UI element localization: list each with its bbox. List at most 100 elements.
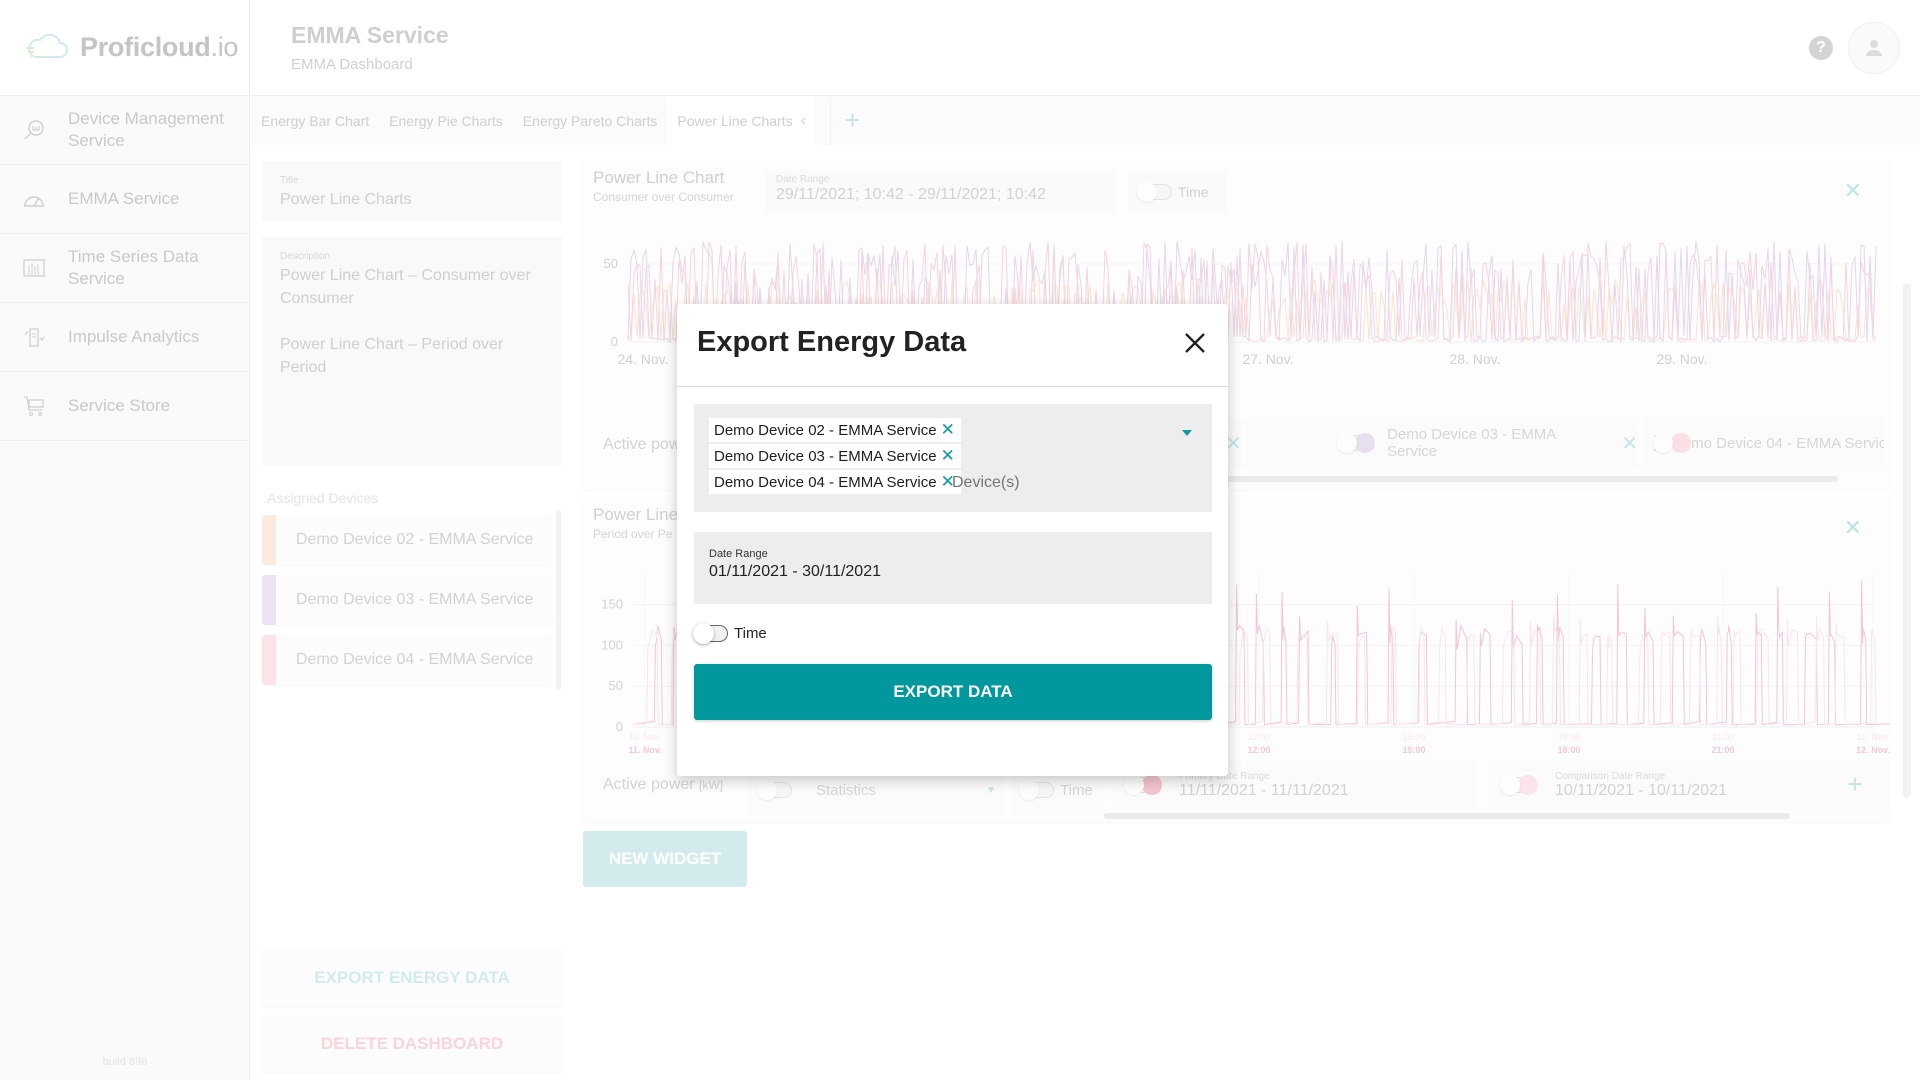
sidebar-item-time-series[interactable]: Time Series Data Service: [0, 234, 249, 303]
export-energy-data-button[interactable]: EXPORT ENERGY DATA: [262, 950, 562, 1006]
x-tick-label: 28. Nov.: [1449, 351, 1500, 367]
chip-label: Demo Device 02 - EMMA Service: [714, 421, 937, 439]
tab-label: Power Line Charts: [677, 113, 793, 129]
date-range-value: 01/11/2021 - 30/11/2021: [709, 563, 881, 580]
tab-energy-pareto-charts[interactable]: Energy Pareto Charts: [513, 97, 668, 145]
description-field[interactable]: Description Power Line Chart – Consumer …: [262, 237, 562, 465]
page-subtitle: EMMA Dashboard: [291, 56, 413, 73]
page-scrollbar[interactable]: [1903, 283, 1911, 798]
description-line: Power Line Chart – Consumer over Consume…: [280, 267, 531, 307]
close-icon[interactable]: ✕: [1844, 515, 1862, 541]
comparison-date-label: Comparison Date Range: [1555, 770, 1666, 782]
delete-dashboard-button[interactable]: DELETE DASHBOARD: [262, 1016, 562, 1072]
selected-device-chip: Demo Device 04 - EMMA Service ✕: [709, 470, 961, 494]
devices-scrollbar[interactable]: [556, 510, 561, 690]
title-field[interactable]: Title Power Line Charts: [262, 161, 562, 221]
toggle-switch[interactable]: [1137, 182, 1172, 202]
x-tick-label-comparison: 11. Nov.: [1857, 732, 1889, 742]
widget-date-range-field[interactable]: Date Range 29/11/2021; 10:42 - 29/11/202…: [766, 170, 1116, 214]
sidebar-item-label: EMMA Service: [68, 189, 180, 208]
sidebar-item-label: Time Series Data Service: [68, 247, 199, 288]
x-tick-label-primary: 18:00: [1557, 745, 1580, 755]
cloud-logo-icon: [26, 33, 68, 58]
spacer: [1879, 760, 1889, 810]
chevron-left-icon[interactable]: ‹: [801, 97, 806, 145]
footer-label-unit: [kW]: [699, 778, 724, 792]
assigned-device-card[interactable]: Demo Device 03 - EMMA Service: [262, 575, 552, 625]
sidebar-item-label: Device Management Service: [68, 109, 224, 150]
impulse-icon: [22, 325, 46, 349]
assigned-device-card[interactable]: Demo Device 04 - EMMA Service: [262, 635, 552, 685]
selected-device-chip: Demo Device 03 - EMMA Service ✕: [709, 444, 961, 468]
primary-date-value: 11/11/2021 - 11/11/2021: [1179, 781, 1349, 799]
remove-series-icon[interactable]: ✕: [1621, 431, 1638, 456]
series-toggle[interactable]: [1336, 433, 1375, 453]
tab-energy-pie-charts[interactable]: Energy Pie Charts: [379, 97, 513, 145]
export-energy-data-modal: Export Energy Data Demo Device 02 - EMMA…: [677, 304, 1228, 776]
title-field-label: Title: [280, 175, 299, 186]
x-tick-label-comparison: 10. Nov.: [629, 732, 662, 742]
logo-text: Proficloud.io: [80, 32, 238, 63]
logo[interactable]: Proficloud.io: [0, 0, 249, 96]
statistics-toggle[interactable]: [757, 780, 792, 800]
tab-energy-bar-chart[interactable]: Energy Bar Chart: [251, 97, 379, 145]
tab-power-line-charts[interactable]: Power Line Charts ‹: [667, 97, 814, 145]
user-avatar-button[interactable]: [1848, 22, 1900, 74]
remove-device-icon[interactable]: ✕: [941, 420, 955, 440]
help-icon[interactable]: ?: [1809, 36, 1833, 60]
build-label: build 896: [102, 1056, 148, 1068]
comparison-toggle[interactable]: [1500, 775, 1538, 795]
y-tick-label: 0: [611, 334, 618, 349]
new-widget-button[interactable]: NEW WIDGET: [583, 831, 747, 887]
device-series-chip[interactable]: Demo Device 03 - EMMA Service ✕: [1328, 418, 1638, 468]
toggle-switch[interactable]: [1019, 780, 1054, 800]
sidebar-item-emma-service[interactable]: EMMA Service: [0, 165, 249, 234]
sidebar-item-device-management[interactable]: Device Management Service: [0, 96, 249, 165]
device-name: Demo Device 02 - EMMA Service: [296, 531, 534, 548]
sidebar: Proficloud.io Device Management Service …: [0, 0, 250, 1080]
device-color-bar: [262, 515, 276, 565]
assigned-device-card[interactable]: Demo Device 02 - EMMA Service: [262, 515, 552, 565]
x-tick-label-comparison: 18:00: [1558, 732, 1581, 742]
cart-icon: [22, 394, 46, 418]
header: EMMA Service EMMA Dashboard: [251, 0, 1920, 96]
sidebar-item-service-store[interactable]: Service Store: [0, 372, 249, 441]
date-range-field[interactable]: Date Range 01/11/2021 - 30/11/2021: [694, 532, 1212, 604]
sidebar-item-label: Service Store: [68, 396, 171, 415]
time-label: Time: [1178, 184, 1209, 200]
device-series-chip[interactable]: Demo Device 04 - EMMA Servic: [1644, 418, 1884, 468]
caret-down-icon[interactable]: [1182, 430, 1192, 436]
time-toggle[interactable]: Time: [693, 623, 767, 644]
dashboard-settings-panel: Title Power Line Charts Description Powe…: [251, 145, 571, 1080]
device-input-placeholder[interactable]: Device(s): [952, 474, 1020, 492]
device-name: Demo Device 03 - EMMA Service: [296, 591, 534, 608]
y-tick-label: 100: [601, 637, 623, 652]
user-icon: [1866, 40, 1882, 56]
remove-device-icon[interactable]: ✕: [941, 446, 955, 466]
widget-time-toggle[interactable]: Time: [1128, 170, 1226, 214]
sidebar-item-impulse-analytics[interactable]: Impulse Analytics: [0, 303, 249, 372]
widget-title: Power Line Chart: [593, 168, 725, 187]
toggle-switch[interactable]: [693, 623, 728, 644]
comparison-date-range[interactable]: Comparison Date Range 10/11/2021 - 10/11…: [1489, 760, 1854, 810]
caret-down-icon[interactable]: ▼: [986, 785, 996, 796]
footer-label-text: Active power: [603, 776, 695, 793]
y-tick-label: 50: [604, 256, 618, 271]
dashboard-tabs: Energy Bar Chart Energy Pie Charts Energ…: [251, 97, 1920, 145]
x-tick-label-comparison: 12:00: [1248, 732, 1271, 742]
close-icon[interactable]: [1182, 330, 1208, 356]
series-toggle[interactable]: [1653, 433, 1691, 453]
chip-label: Demo Device 03 - EMMA Service: [714, 447, 937, 465]
close-icon[interactable]: ✕: [1844, 178, 1862, 204]
add-tab-button[interactable]: +: [829, 97, 874, 145]
add-date-range-button[interactable]: +: [1830, 760, 1880, 810]
modal-title: Export Energy Data: [697, 326, 967, 358]
options-scrollbar[interactable]: [1104, 813, 1790, 819]
export-data-button[interactable]: EXPORT DATA: [694, 664, 1212, 720]
x-tick-label-primary: 21:00: [1711, 745, 1734, 755]
device-name: Demo Device 04 - EMMA Service: [296, 651, 534, 668]
device-multiselect[interactable]: Demo Device 02 - EMMA Service ✕ Demo Dev…: [694, 404, 1212, 512]
device-color-bar: [262, 575, 276, 625]
primary-toggle[interactable]: [1124, 775, 1162, 795]
x-tick-label-primary: 15:00: [1402, 745, 1425, 755]
